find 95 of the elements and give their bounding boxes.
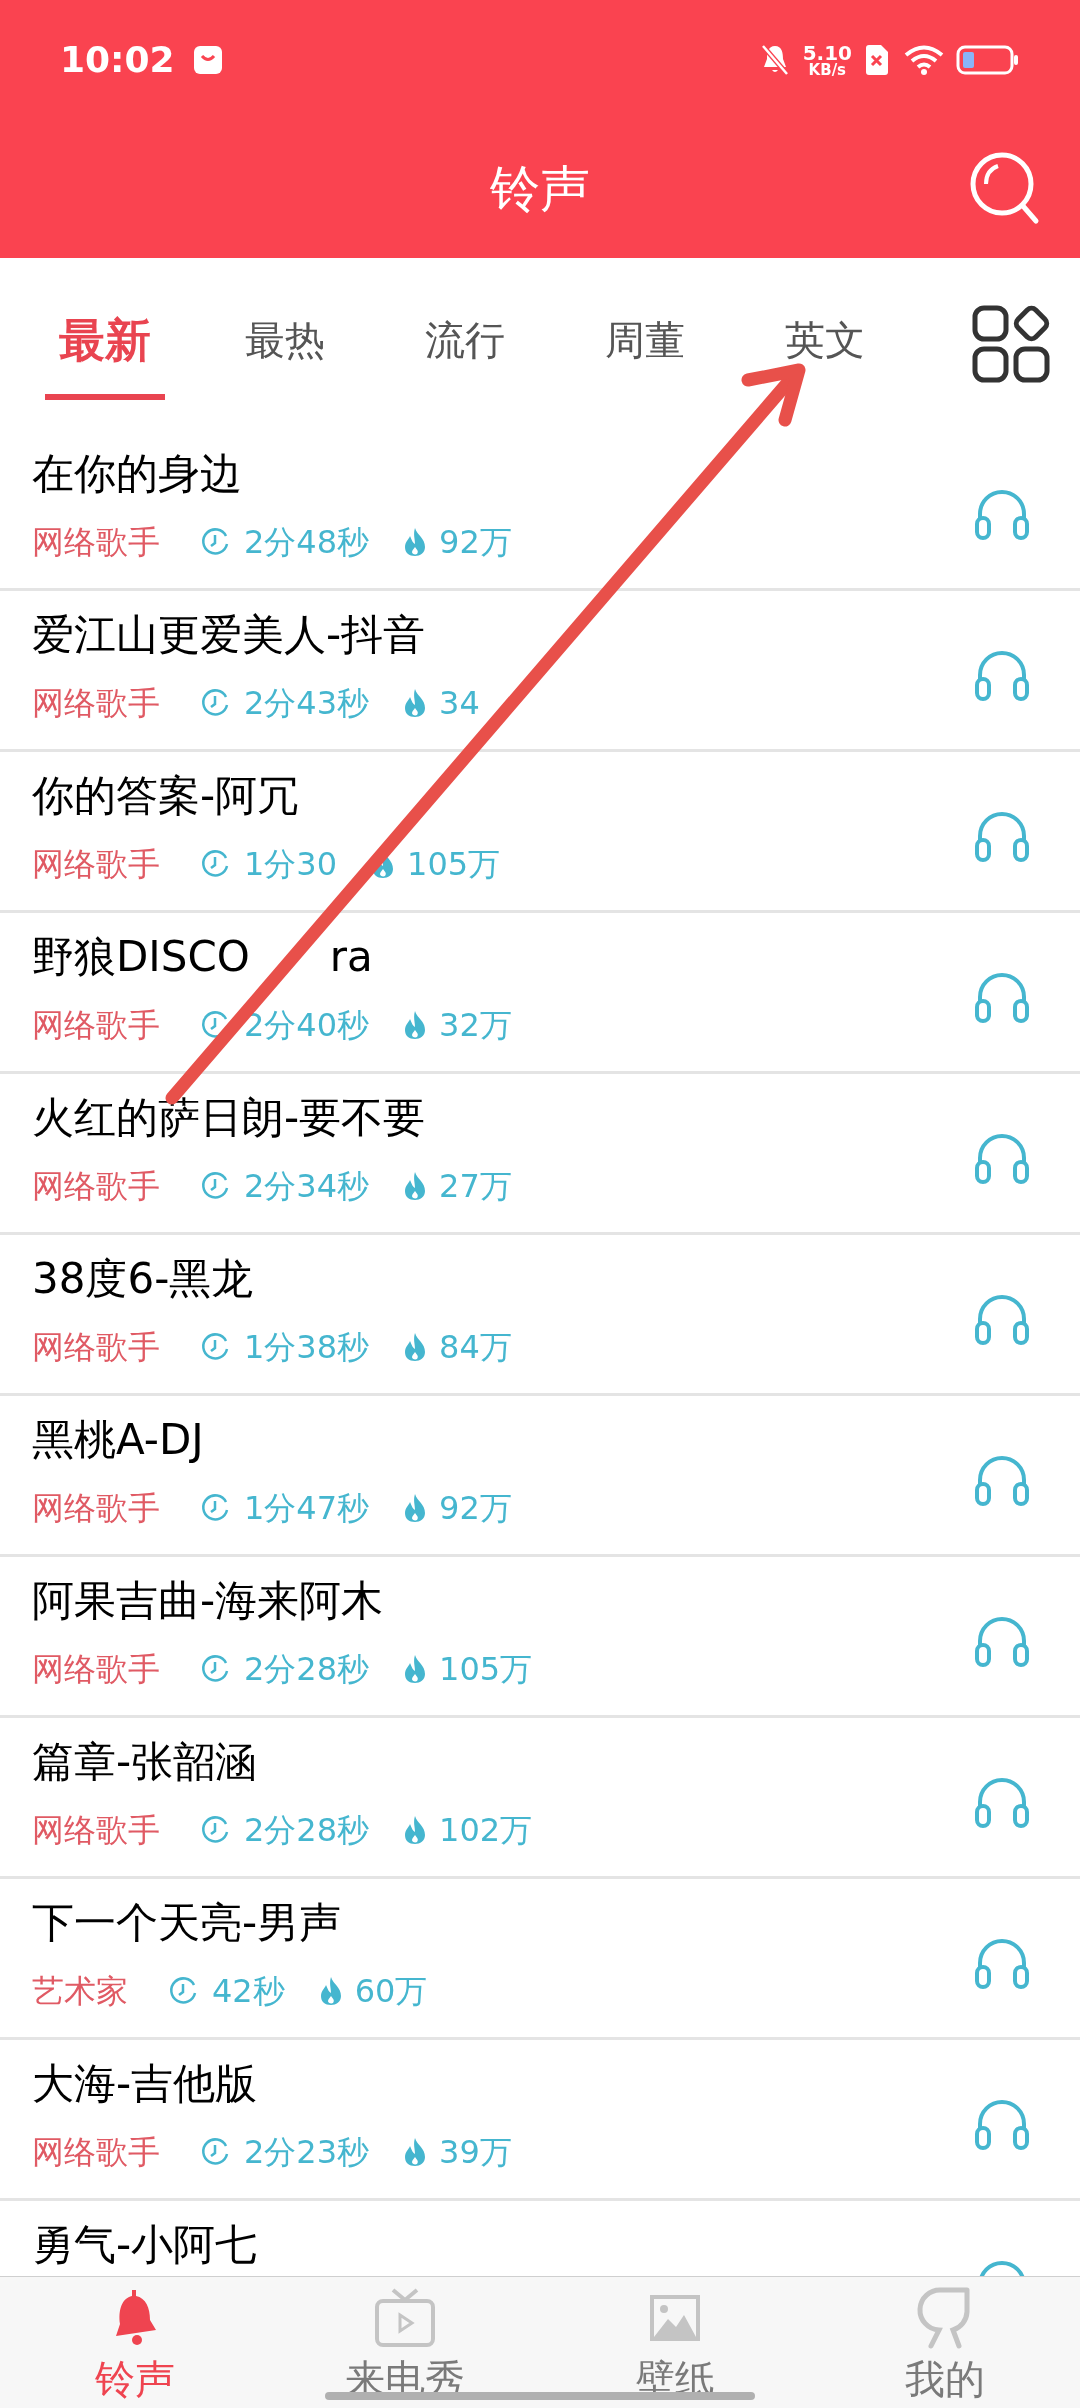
flame-icon — [403, 688, 428, 718]
song-title-fragment: ra — [329, 931, 373, 983]
flame-icon — [403, 1493, 428, 1523]
flame-icon — [403, 527, 428, 557]
artist-name: 网络歌手 — [32, 1488, 160, 1529]
category-tab[interactable]: 最热 — [245, 310, 325, 378]
song-title[interactable]: 阿果吉曲-海来阿木 — [32, 1573, 974, 1629]
duration: 1分38秒 — [244, 1327, 370, 1368]
page-title: 铃声 — [490, 158, 590, 220]
tv-icon — [373, 2288, 437, 2348]
battery-icon — [956, 44, 1020, 76]
clock-icon — [200, 1654, 230, 1684]
headphones-icon[interactable] — [974, 810, 1030, 862]
clock-icon — [200, 849, 230, 879]
headphones-icon[interactable] — [974, 2098, 1030, 2150]
flame-icon — [403, 1171, 428, 1201]
artist-name: 网络歌手 — [32, 1810, 160, 1851]
play-count: 34 — [439, 683, 480, 724]
play-count: 32万 — [439, 1005, 512, 1046]
person-icon — [917, 2286, 973, 2350]
play-count: 105万 — [407, 844, 501, 885]
artist-name: 网络歌手 — [32, 683, 160, 724]
song-title[interactable]: 篇章-张韶涵 — [32, 1734, 974, 1790]
song-title[interactable]: 爱江山更爱美人-抖音 — [32, 607, 974, 663]
play-count: 27万 — [439, 1166, 512, 1207]
headphones-icon[interactable] — [974, 1132, 1030, 1184]
category-grid-icon[interactable] — [972, 305, 1050, 383]
clock-icon — [200, 1010, 230, 1040]
flame-icon — [403, 1332, 428, 1362]
duration: 2分23秒 — [244, 2132, 370, 2173]
category-tab[interactable]: 最新 — [59, 305, 151, 383]
duration: 2分48秒 — [244, 522, 370, 563]
duration: 42秒 — [212, 1971, 285, 2012]
duration: 2分34秒 — [244, 1166, 370, 1207]
clock-icon — [168, 1976, 198, 2006]
category-tab[interactable]: 英文 — [785, 310, 865, 378]
headphones-icon[interactable] — [974, 1293, 1030, 1345]
artist-name: 网络歌手 — [32, 1327, 160, 1368]
flame-icon — [318, 1976, 343, 2006]
headphones-icon[interactable] — [974, 488, 1030, 540]
clock-icon — [200, 1815, 230, 1845]
play-count: 102万 — [439, 1810, 533, 1851]
song-title[interactable]: 38度6-黑龙 — [32, 1251, 974, 1307]
headphones-icon[interactable] — [974, 971, 1030, 1023]
clock-icon — [200, 2137, 230, 2167]
headphones-icon[interactable] — [974, 1454, 1030, 1506]
song-title[interactable]: 大海-吉他版 — [32, 2056, 974, 2112]
network-speed-unit: KB/s — [808, 62, 847, 78]
song-title[interactable]: 你的答案-阿冗 — [32, 768, 974, 824]
song-title[interactable]: 在你的身边 — [32, 446, 974, 502]
play-count: 60万 — [354, 1971, 428, 2012]
artist-name: 网络歌手 — [32, 1166, 160, 1207]
sim-icon — [864, 44, 890, 76]
song-title[interactable]: 勇气-小阿七 — [32, 2217, 974, 2273]
flame-icon — [403, 2137, 428, 2167]
clock-icon — [200, 1493, 230, 1523]
duration: 2分43秒 — [244, 683, 370, 724]
duration: 2分28秒 — [244, 1810, 370, 1851]
headphones-icon[interactable] — [974, 1776, 1030, 1828]
flame-icon — [403, 1815, 428, 1845]
clock-icon — [200, 527, 230, 557]
flame-icon — [403, 1010, 428, 1040]
headphones-icon[interactable] — [974, 1937, 1030, 1989]
flame-icon — [403, 1654, 428, 1684]
notification-icon — [192, 45, 223, 75]
artist-name: 网络歌手 — [32, 1649, 160, 1690]
play-count: 84万 — [439, 1327, 512, 1368]
wifi-icon — [904, 44, 944, 76]
clock-icon — [200, 688, 230, 718]
headphones-icon[interactable] — [974, 1615, 1030, 1667]
artist-name: 网络歌手 — [32, 1005, 160, 1046]
artist-name: 网络歌手 — [32, 844, 160, 885]
song-title[interactable]: 下一个天亮-男声 — [32, 1895, 974, 1951]
artist-name: 艺术家 — [32, 1971, 128, 2012]
status-time: 10:02 — [60, 38, 175, 82]
nav-tab[interactable]: 我的 — [810, 2277, 1080, 2408]
category-tab[interactable]: 周董 — [605, 310, 685, 378]
play-count: 105万 — [439, 1649, 533, 1690]
song-title[interactable]: 野狼DISCO — [32, 929, 250, 985]
play-count: 39万 — [439, 2132, 512, 2173]
clock-icon — [200, 1332, 230, 1362]
search-icon[interactable] — [968, 150, 1040, 226]
song-title[interactable]: 黑桃A-DJ — [32, 1412, 974, 1468]
duration: 1分47秒 — [244, 1488, 370, 1529]
duration: 2分28秒 — [244, 1649, 370, 1690]
play-count: 92万 — [439, 522, 512, 563]
network-speed: 5.10 — [802, 42, 852, 63]
category-tab[interactable]: 流行 — [425, 310, 505, 378]
play-count: 92万 — [439, 1488, 512, 1529]
clock-icon — [200, 1171, 230, 1201]
duration: 1分30 — [244, 844, 338, 885]
artist-name: 网络歌手 — [32, 2132, 160, 2173]
headphones-icon[interactable] — [974, 649, 1030, 701]
artist-name: 网络歌手 — [32, 522, 160, 563]
image-icon — [648, 2293, 702, 2343]
